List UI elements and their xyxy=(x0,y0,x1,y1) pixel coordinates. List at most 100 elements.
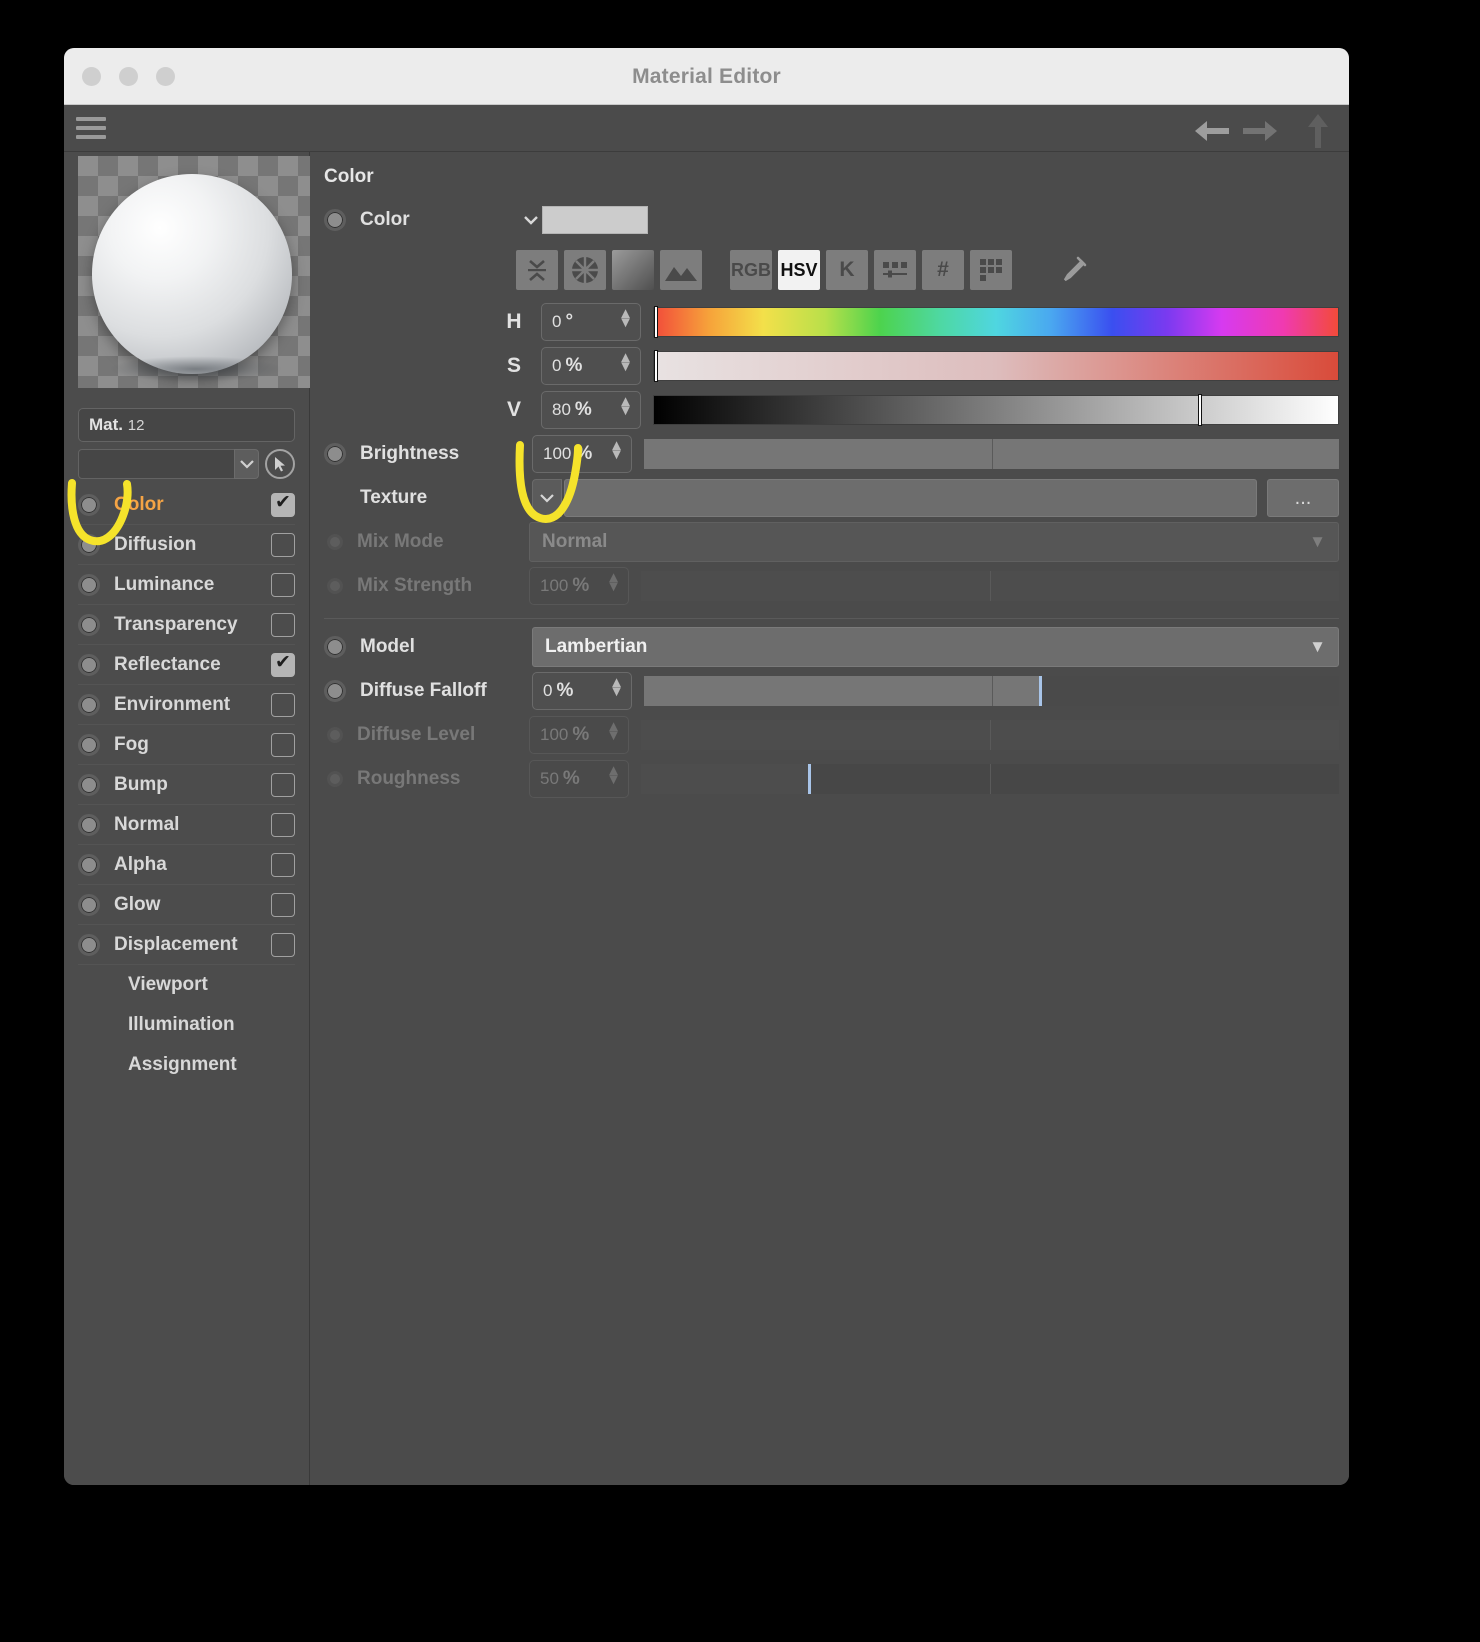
chevron-down-icon[interactable]: ▼ xyxy=(1309,637,1326,657)
sidebar-item-alpha[interactable]: Alpha xyxy=(78,845,295,885)
sidebar-item-diffusion[interactable]: Diffusion xyxy=(78,525,295,565)
channel-checkbox[interactable] xyxy=(271,612,295,637)
value-gradient-slider[interactable] xyxy=(653,394,1339,426)
diffuse-level-slider xyxy=(641,720,1339,750)
channel-radio[interactable] xyxy=(78,533,100,556)
channel-radio[interactable] xyxy=(78,693,100,716)
value-marker[interactable] xyxy=(1197,394,1202,426)
sidebar-item-normal[interactable]: Normal xyxy=(78,805,295,845)
stepper-icon[interactable]: ▲ ▼ xyxy=(609,438,624,462)
saturation-gradient-slider[interactable] xyxy=(653,350,1339,382)
mix-strength-value: 100 xyxy=(540,576,569,595)
channel-radio[interactable] xyxy=(78,573,100,596)
channel-radio[interactable] xyxy=(78,893,100,916)
mix-mode-row: Mix Mode Normal ▼ xyxy=(324,520,1339,564)
sidebar-item-glow[interactable]: Glow xyxy=(78,885,295,925)
material-preview[interactable] xyxy=(78,156,310,388)
diffuse-falloff-slider[interactable] xyxy=(644,676,1339,706)
diffuse-falloff-slider-knob[interactable] xyxy=(1039,676,1043,706)
sidebar-item-transparency[interactable]: Transparency xyxy=(78,605,295,645)
channel-checkbox[interactable] xyxy=(271,651,295,677)
color-wheel-icon[interactable] xyxy=(564,250,606,290)
sidebar-item-displacement[interactable]: Displacement xyxy=(78,925,295,965)
kelvin-mode-button[interactable]: K xyxy=(826,250,868,290)
brightness-input[interactable]: 100% ▲ ▼ xyxy=(532,435,632,473)
channel-checkbox[interactable] xyxy=(271,491,295,517)
pointer-select-icon[interactable] xyxy=(265,449,295,479)
texture-browse-button[interactable]: ... xyxy=(1267,479,1339,517)
brightness-slider[interactable] xyxy=(644,439,1339,469)
arrow-right-icon[interactable] xyxy=(1239,114,1281,148)
texture-row: Texture... xyxy=(324,476,1339,520)
texture-path-input[interactable] xyxy=(564,479,1257,517)
gradient-icon[interactable] xyxy=(612,250,654,290)
diffuse-falloff-indicator[interactable] xyxy=(324,680,346,702)
color-swatch[interactable] xyxy=(542,206,648,234)
chevron-down-icon[interactable] xyxy=(234,449,259,479)
diffuse-falloff-input[interactable]: 0% ▲ ▼ xyxy=(532,672,632,710)
sidebar-page-illumination[interactable]: Illumination xyxy=(78,1005,295,1045)
diffuse-falloff-slider-tick xyxy=(991,676,993,706)
eyedropper-icon[interactable] xyxy=(1052,250,1094,290)
hsv-s-value: 0 xyxy=(552,356,562,375)
channel-radio[interactable] xyxy=(78,653,100,676)
sidebar-page-assignment[interactable]: Assignment xyxy=(78,1045,295,1085)
channel-checkbox[interactable] xyxy=(271,852,295,877)
brightness-indicator[interactable] xyxy=(324,443,346,465)
hue-marker[interactable] xyxy=(654,306,658,338)
hsv-mode-button[interactable]: HSV xyxy=(778,250,820,290)
hsv-v-input[interactable]: 80 % ▲ ▼ xyxy=(541,391,641,429)
color-row-indicator[interactable] xyxy=(324,209,346,231)
stepper-icon[interactable]: ▲ ▼ xyxy=(618,306,633,330)
stepper-icon[interactable]: ▲ ▼ xyxy=(609,675,624,699)
sidebar-item-bump[interactable]: Bump xyxy=(78,765,295,805)
material-search-input[interactable] xyxy=(78,449,235,479)
roughness-slider-knob[interactable] xyxy=(807,764,811,794)
sidebar-item-environment[interactable]: Environment xyxy=(78,685,295,725)
channel-checkbox[interactable] xyxy=(271,732,295,757)
stepper-icon[interactable]: ▲ ▼ xyxy=(618,350,633,374)
sliders-mode-button[interactable] xyxy=(874,250,916,290)
hsv-h-input[interactable]: 0 ° ▲ ▼ xyxy=(541,303,641,341)
hsv-s-input[interactable]: 0 % ▲ ▼ xyxy=(541,347,641,385)
rgb-mode-button[interactable]: RGB xyxy=(730,250,772,290)
hsv-v-label: V xyxy=(506,398,521,421)
channel-radio[interactable] xyxy=(78,773,100,796)
channel-radio[interactable] xyxy=(78,493,100,516)
sidebar-item-color[interactable]: Color xyxy=(78,485,295,525)
model-select[interactable]: Lambertian ▼ xyxy=(532,627,1339,667)
mix-strength-slider-tick xyxy=(990,571,991,601)
channel-radio[interactable] xyxy=(78,733,100,756)
channel-checkbox[interactable] xyxy=(271,532,295,557)
model-indicator[interactable] xyxy=(324,636,346,658)
channel-radio[interactable] xyxy=(78,613,100,636)
sidebar-page-viewport[interactable]: Viewport xyxy=(78,965,295,1005)
sidebar-item-luminance[interactable]: Luminance xyxy=(78,565,295,605)
saturation-marker[interactable] xyxy=(654,350,658,382)
chevron-down-icon[interactable]: ▼ xyxy=(1309,532,1326,552)
arrow-up-icon[interactable] xyxy=(1301,111,1335,151)
sidebar-item-reflectance[interactable]: Reflectance xyxy=(78,645,295,685)
channel-checkbox[interactable] xyxy=(271,892,295,917)
texture-dropdown-button[interactable] xyxy=(532,479,562,517)
stepper-icon[interactable]: ▲ ▼ xyxy=(618,394,633,418)
sidebar-item-fog[interactable]: Fog xyxy=(78,725,295,765)
collapse-expand-icon[interactable] xyxy=(516,250,558,290)
hex-mode-button[interactable]: # xyxy=(922,250,964,290)
channel-radio[interactable] xyxy=(78,933,100,956)
material-name-field[interactable]: Mat. 12 xyxy=(78,408,295,442)
channel-checkbox[interactable] xyxy=(271,692,295,717)
channel-checkbox[interactable] xyxy=(271,932,295,957)
channel-radio[interactable] xyxy=(78,813,100,836)
hamburger-menu-icon[interactable] xyxy=(76,117,106,144)
hue-gradient-slider[interactable] xyxy=(653,306,1339,338)
diffuse-level-label: Diffuse Level xyxy=(357,724,476,745)
chevron-down-icon[interactable] xyxy=(520,214,542,226)
channel-checkbox[interactable] xyxy=(271,772,295,797)
image-picker-icon[interactable] xyxy=(660,250,702,290)
arrow-left-icon[interactable] xyxy=(1191,114,1233,148)
channel-checkbox[interactable] xyxy=(271,812,295,837)
channel-checkbox[interactable] xyxy=(271,572,295,597)
swatches-mode-button[interactable] xyxy=(970,250,1012,290)
channel-radio[interactable] xyxy=(78,853,100,876)
